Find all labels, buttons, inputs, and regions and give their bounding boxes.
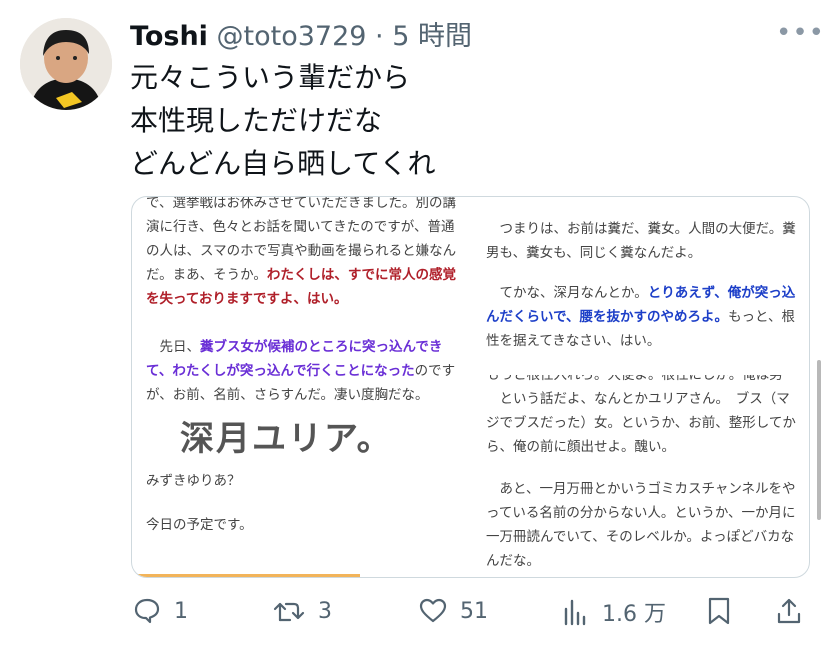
image-big-name: 深月ユリア。 bbox=[180, 419, 393, 459]
tweet-text: 元々こういう輩だから 本性現しただけだな どんどん自ら晒してくれ bbox=[130, 56, 435, 185]
share-button[interactable] bbox=[776, 596, 802, 626]
views-button[interactable]: 1.6 万 bbox=[562, 596, 666, 628]
action-bar: 1 3 51 1.6 万 bbox=[0, 596, 828, 632]
like-button[interactable]: 51 bbox=[418, 596, 488, 626]
image-right-column: つまりは、お前は糞だ、糞女。人間の大便だ。糞男も、糞女も、同じく糞なんだよ。 て… bbox=[486, 217, 796, 353]
image-right-column-lower: という話だよ、なんとかユリアさん。 ブス（マジでブスだった）女。というか、お前、… bbox=[486, 387, 796, 573]
image-text-cut: もっと根性入れろ。大便よ。根性にしか。俺は男 bbox=[486, 375, 783, 383]
tweet-header: Toshi @toto3729 · 5 時間 bbox=[130, 14, 472, 53]
image-text: という話だよ、なんとかユリアさん。 ブス（マジでブスだった）女。というか、お前、… bbox=[486, 391, 796, 455]
retweet-count: 3 bbox=[318, 598, 332, 624]
retweet-button[interactable]: 3 bbox=[272, 596, 332, 626]
tweet-line: 本性現しただけだな bbox=[130, 104, 383, 137]
reply-button[interactable]: 1 bbox=[132, 596, 188, 626]
tweet-line: どんどん自ら晒してくれ bbox=[130, 147, 436, 180]
image-left-column: で、選挙戦はお休みさせていただきました。別の講演に行き、色々とお話を聞いてきたの… bbox=[146, 197, 466, 537]
share-icon bbox=[776, 596, 802, 626]
image-text: あと、一月万冊とかいうゴミカスチャンネルをやっている名前の分からない人。というか… bbox=[486, 481, 796, 569]
user-handle-time[interactable]: @toto3729 · 5 時間 bbox=[217, 21, 472, 52]
bookmark-button[interactable] bbox=[706, 596, 732, 626]
image-text: みずきゆりあ？ bbox=[146, 473, 241, 489]
like-count: 51 bbox=[460, 598, 488, 624]
avatar[interactable] bbox=[20, 18, 112, 110]
reply-count: 1 bbox=[174, 598, 188, 624]
bookmark-icon bbox=[706, 596, 732, 626]
analytics-icon bbox=[562, 597, 590, 627]
views-count: 1.6 万 bbox=[602, 602, 666, 627]
user-name[interactable]: Toshi bbox=[130, 21, 208, 52]
image-accent-line bbox=[132, 574, 360, 577]
attached-image[interactable]: で、選挙戦はお休みさせていただきました。別の講演に行き、色々とお話を聞いてきたの… bbox=[131, 196, 810, 578]
heart-icon bbox=[418, 596, 448, 626]
retweet-icon bbox=[272, 596, 306, 626]
image-text: てかな、深月なんとか。 bbox=[499, 285, 648, 301]
image-text: 先日、 bbox=[159, 339, 201, 355]
image-text: 今日の予定です。 bbox=[146, 517, 253, 533]
image-text: つまりは、お前は糞だ、糞女。人間の大便だ。糞男も、糞女も、同じく糞なんだよ。 bbox=[486, 221, 796, 261]
scrollbar[interactable] bbox=[817, 360, 821, 520]
reply-icon bbox=[132, 596, 162, 626]
tweet-line: 元々こういう輩だから bbox=[130, 61, 411, 94]
more-icon[interactable]: ••• bbox=[776, 18, 825, 48]
